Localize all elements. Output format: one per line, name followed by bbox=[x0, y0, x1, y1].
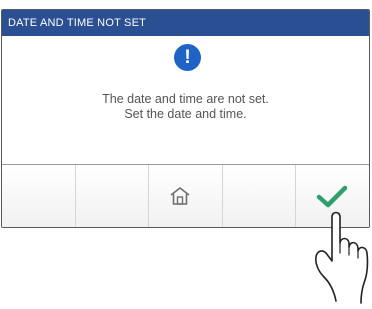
nav-slot-1 bbox=[2, 165, 76, 227]
home-button[interactable] bbox=[149, 165, 223, 227]
nav-slot-2 bbox=[76, 165, 150, 227]
date-time-not-set-dialog: DATE AND TIME NOT SET ! The date and tim… bbox=[1, 9, 370, 228]
nav-slot-4 bbox=[223, 165, 297, 227]
message-line-2: Set the date and time. bbox=[124, 107, 247, 121]
exclamation-circle-icon: ! bbox=[174, 44, 201, 71]
home-icon bbox=[170, 187, 190, 205]
pointing-hand-icon bbox=[315, 211, 369, 304]
dialog-title: DATE AND TIME NOT SET bbox=[2, 10, 369, 36]
dialog-message: The date and time are not set. Set the d… bbox=[2, 92, 369, 122]
message-line-1: The date and time are not set. bbox=[102, 92, 269, 106]
